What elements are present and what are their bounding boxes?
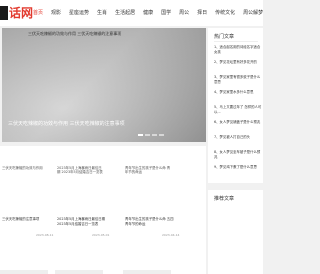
card-thumb-title: 青年节出生的孩子是什么命 青年节的命运 (125, 166, 171, 174)
site-logo[interactable]: 话网 (0, 4, 33, 22)
slider-dot[interactable] (159, 134, 164, 136)
hot-article-item[interactable]: 1、适合起名用的诗经名字适合女孩 (214, 45, 262, 60)
card-date: 2023-08-11 (36, 233, 54, 237)
card-date: 2023-04-14 (162, 233, 180, 237)
logo-text: 话网 (9, 6, 34, 20)
card-thumbnail[interactable]: 三伏天吃辣椒的功效与作用 (0, 146, 48, 186)
hero-slider[interactable]: 三伏天吃辣椒的功效与作用 三伏天吃辣椒的注意事项 三伏天吃辣椒的功效与作用 三伏… (2, 28, 206, 142)
recommended-panel: 推荐文章 (208, 190, 263, 274)
hero-image-title: 三伏天吃辣椒的功效与作用 三伏天吃辣椒的注意事项 (28, 31, 122, 36)
nav-item-horoscope[interactable]: 星座运势 (69, 7, 89, 19)
article-card[interactable]: 2023年5月上海暴雨日最佳日期 2023年5月结婚吉日一览表 (55, 146, 103, 186)
article-card[interactable]: 青年节出生的孩子是什么命 青年节的命运 (123, 146, 171, 186)
card-thumbnail[interactable] (55, 270, 103, 274)
site-header: 话网 首页 观影 星座运势 生肖 生活起居 健康 国学 周公 择日 传统文化 周… (0, 0, 263, 26)
hot-article-item[interactable]: 4、梦见家里水多什么意思 (214, 90, 262, 105)
hot-articles-panel: 热门文章 1、适合起名用的诗经名字适合女孩 2、梦见花坛里有好多花开的 3、梦见… (208, 28, 263, 183)
hot-article-item[interactable]: 2、梦见花坛里有好多花开的 (214, 60, 262, 75)
nav-item-zhougong[interactable]: 周公 (179, 7, 189, 19)
card-thumbnail[interactable] (0, 270, 48, 274)
slider-dot[interactable] (138, 134, 143, 136)
card-thumb-title: 2023年5月上海暴雨日最佳日期 2023年5月结婚吉日一览表 (57, 166, 103, 174)
nav-item-health[interactable]: 健康 (143, 7, 153, 19)
nav-item-zeri[interactable]: 择日 (197, 7, 207, 19)
hot-article-item[interactable]: 3、梦见家里有很多蚊子是什么意思 (214, 75, 262, 90)
divider (214, 41, 258, 42)
hot-article-item[interactable]: 7、梦见被人打自己的头 (214, 135, 262, 150)
hot-articles-list: 1、适合起名用的诗经名字适合女孩 2、梦见花坛里有好多花开的 3、梦见家里有很多… (214, 45, 262, 180)
nav-item-home[interactable]: 首页 (33, 7, 43, 19)
article-card[interactable]: 三伏天吃辣椒的功效与作用 (0, 146, 48, 186)
main-nav: 首页 观影 星座运势 生肖 生活起居 健康 国学 周公 择日 传统文化 周公解梦 (33, 7, 271, 19)
slider-dot[interactable] (145, 134, 150, 136)
card-title[interactable]: 2023年5月上海暴雨日最佳日期 2023年5月结婚吉日一览表 (57, 217, 107, 226)
card-thumbnail[interactable]: 青年节出生的孩子是什么命 青年节的命运 (123, 146, 171, 186)
slider-dot[interactable] (152, 134, 157, 136)
hot-article-item[interactable]: 8、女人梦见坐车被子是什么预兆 (214, 150, 262, 165)
nav-item-culture[interactable]: 传统文化 (215, 7, 235, 19)
card-title[interactable]: 三伏天吃辣椒的注意事项 (2, 217, 52, 222)
card-date: 2023-05-01 (92, 233, 110, 237)
card-title[interactable]: 青年节出生的孩子是什么命 五四青年节的命运 (125, 217, 175, 226)
hot-article-item[interactable]: 9、梦见鸡下蛋了是什么意思 (214, 165, 262, 180)
more-articles-strip (0, 246, 206, 274)
hot-article-item[interactable]: 6、女人梦见铺盖子是什么预兆 (214, 120, 262, 135)
card-thumb-title: 三伏天吃辣椒的功效与作用 (2, 166, 43, 170)
nav-item-guoxue[interactable]: 国学 (161, 7, 171, 19)
slider-dots (138, 134, 166, 136)
hot-articles-title: 热门文章 (214, 34, 235, 40)
nav-item-lifestyle[interactable]: 生活起居 (115, 7, 135, 19)
card-thumbnail[interactable] (123, 270, 171, 274)
recommended-title: 推荐文章 (214, 196, 235, 202)
card-thumbnail[interactable]: 2023年5月上海暴雨日最佳日期 2023年5月结婚吉日一览表 (55, 146, 103, 186)
nav-item-zodiac[interactable]: 生肖 (97, 7, 107, 19)
hot-article-item[interactable]: 5、马上又要过年了 怎样的人可以... (214, 105, 262, 120)
nav-item-dream[interactable]: 周公解梦 (243, 7, 263, 19)
nav-item-movies[interactable]: 观影 (51, 7, 61, 19)
hero-caption[interactable]: 三伏天吃辣椒的功效与作用 三伏天吃辣椒的注意事项 (8, 120, 125, 127)
logo-mark-icon (0, 6, 8, 20)
